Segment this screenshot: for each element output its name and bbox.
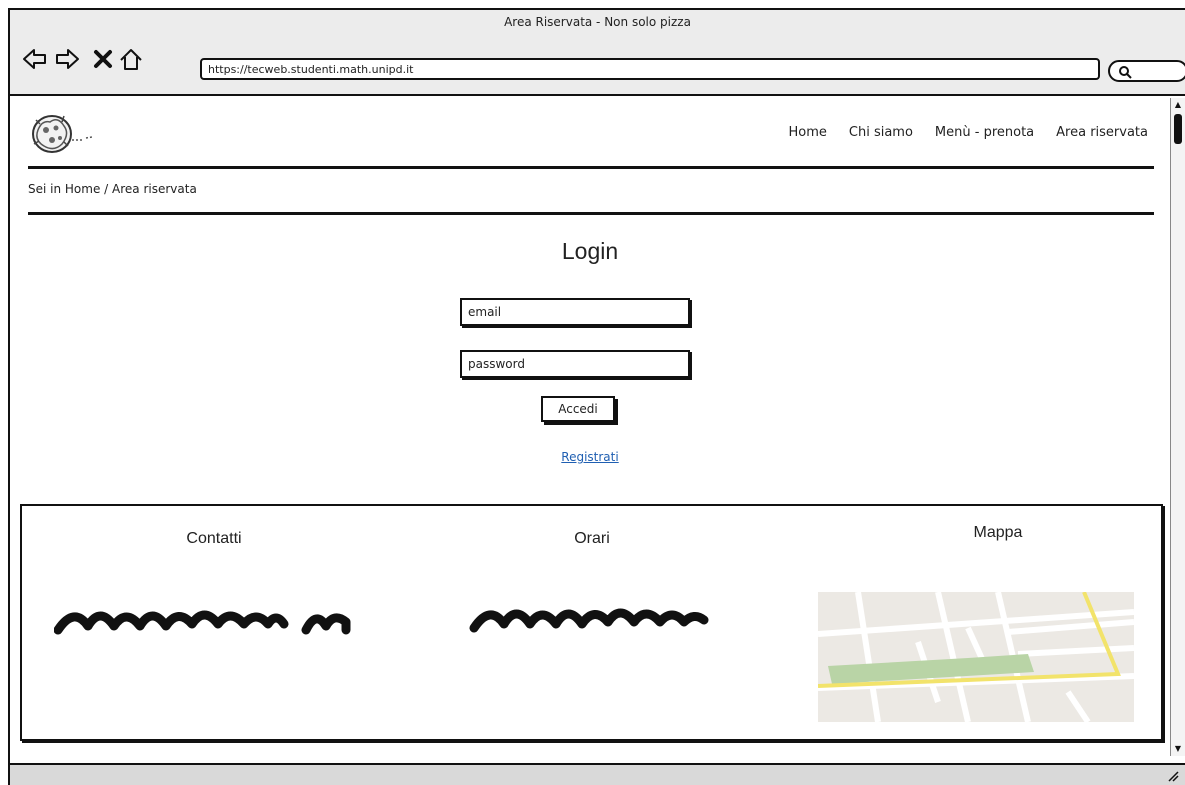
browser-toolbar: Area Riservata - Non solo pizza https://… bbox=[10, 10, 1185, 96]
vertical-scrollbar[interactable]: ▲ ▼ bbox=[1170, 98, 1185, 756]
site-logo[interactable] bbox=[28, 110, 104, 158]
scroll-thumb[interactable] bbox=[1174, 114, 1182, 144]
map-heading: Mappa bbox=[973, 524, 1023, 541]
register-link[interactable]: Registrati bbox=[561, 450, 618, 464]
stop-x-icon[interactable] bbox=[90, 46, 116, 72]
url-bar[interactable]: https://tecweb.studenti.math.unipd.it bbox=[200, 58, 1100, 80]
nav-home-link[interactable]: Home bbox=[789, 125, 827, 140]
nav-area-riservata-link[interactable]: Area riservata bbox=[1056, 125, 1148, 140]
hours-heading: Orari bbox=[574, 530, 610, 547]
pizza-logo-icon bbox=[32, 115, 93, 153]
back-arrow-icon[interactable] bbox=[22, 46, 48, 72]
site-footer: Contatti Orari Mappa bbox=[20, 504, 1163, 741]
main-navigation: Home Chi siamo Menù - prenota Area riser… bbox=[789, 125, 1149, 140]
page-viewport: Home Chi siamo Menù - prenota Area riser… bbox=[10, 98, 1170, 763]
search-icon bbox=[1119, 66, 1132, 79]
scroll-down-arrow-icon[interactable]: ▼ bbox=[1172, 743, 1184, 755]
email-field[interactable] bbox=[460, 298, 690, 326]
breadcrumb-divider bbox=[28, 212, 1154, 215]
contacts-heading: Contatti bbox=[186, 530, 242, 547]
resize-grip-icon[interactable] bbox=[1165, 768, 1179, 782]
header-divider bbox=[28, 166, 1154, 169]
register-link-container: Registrati bbox=[10, 450, 1170, 464]
contacts-scribble bbox=[54, 610, 351, 635]
breadcrumb: Sei in Home / Area riservata bbox=[28, 182, 197, 196]
home-icon[interactable] bbox=[118, 46, 144, 72]
location-map[interactable] bbox=[818, 592, 1134, 722]
nav-menu-prenota-link[interactable]: Menù - prenota bbox=[935, 125, 1034, 140]
forward-arrow-icon[interactable] bbox=[54, 46, 80, 72]
login-title: Login bbox=[561, 238, 619, 264]
browser-status-bar bbox=[10, 763, 1185, 785]
password-field[interactable] bbox=[460, 350, 690, 378]
hours-scribble bbox=[469, 608, 709, 633]
scroll-up-arrow-icon[interactable]: ▲ bbox=[1172, 99, 1184, 111]
nav-chi-siamo-link[interactable]: Chi siamo bbox=[849, 125, 913, 140]
browser-search-button[interactable] bbox=[1108, 60, 1185, 82]
login-submit-button[interactable]: Accedi bbox=[541, 396, 615, 422]
window-title: Area Riservata - Non solo pizza bbox=[504, 15, 691, 29]
